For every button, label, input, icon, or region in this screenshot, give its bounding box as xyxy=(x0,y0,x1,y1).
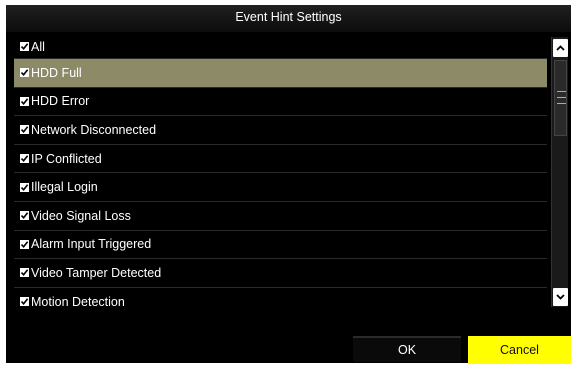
checkbox-icon[interactable] xyxy=(20,96,29,106)
list-item-label: Illegal Login xyxy=(31,180,98,195)
list-item-label: Video Tamper Detected xyxy=(31,265,162,280)
checkbox-icon[interactable] xyxy=(20,297,29,307)
list-item-ip-conflicted[interactable]: IP Conflicted xyxy=(14,145,547,174)
list-item-alarm-input-triggered[interactable]: Alarm Input Triggered xyxy=(14,231,547,260)
list-item-hdd-error[interactable]: HDD Error xyxy=(14,88,547,117)
list-item-label: All xyxy=(31,39,45,54)
dialog-title: Event Hint Settings xyxy=(6,5,571,32)
checkbox-icon[interactable] xyxy=(20,182,29,192)
list-item-label: Motion Detection xyxy=(31,294,125,307)
chevron-up-icon xyxy=(556,45,565,51)
checkbox-icon[interactable] xyxy=(20,268,29,278)
list-item-label: Network Disconnected xyxy=(31,122,157,137)
list-item-label: IP Conflicted xyxy=(31,151,102,166)
list-item-network-disconnected[interactable]: Network Disconnected xyxy=(14,116,547,145)
list-item-hdd-full[interactable]: HDD Full xyxy=(14,59,547,88)
list-item-motion-detection[interactable]: Motion Detection xyxy=(14,288,547,307)
list-item-label: Video Signal Loss xyxy=(31,208,131,223)
checkbox-icon[interactable] xyxy=(20,42,29,51)
list-item-label: Alarm Input Triggered xyxy=(31,237,152,252)
ok-button[interactable]: OK xyxy=(353,336,461,362)
event-list: All HDD Full HDD Error Network Disconnec… xyxy=(14,35,547,307)
list-item-all[interactable]: All xyxy=(14,35,547,59)
scrollbar-thumb[interactable] xyxy=(554,60,567,136)
checkbox-icon[interactable] xyxy=(20,125,29,135)
list-item-video-signal-loss[interactable]: Video Signal Loss xyxy=(14,202,547,231)
dialog-footer: OK Cancel xyxy=(6,316,571,364)
grip-line xyxy=(557,103,566,104)
cancel-button[interactable]: Cancel xyxy=(468,336,571,364)
event-hint-settings-dialog: Event Hint Settings All HDD Full HDD Err… xyxy=(6,5,571,364)
checkbox-icon[interactable] xyxy=(20,154,29,164)
scroll-down-button[interactable] xyxy=(553,288,568,306)
grip-line xyxy=(557,91,566,92)
checkbox-icon[interactable] xyxy=(20,211,29,221)
list-item-video-tamper-detected[interactable]: Video Tamper Detected xyxy=(14,259,547,288)
checkbox-icon[interactable] xyxy=(20,239,29,249)
grip-line xyxy=(557,97,566,98)
list-item-label: HDD Error xyxy=(31,94,90,109)
chevron-down-icon xyxy=(556,294,565,300)
list-item-illegal-login[interactable]: Illegal Login xyxy=(14,173,547,202)
scroll-up-button[interactable] xyxy=(553,39,568,57)
list-item-label: HDD Full xyxy=(31,65,82,80)
checkbox-icon[interactable] xyxy=(20,68,29,78)
